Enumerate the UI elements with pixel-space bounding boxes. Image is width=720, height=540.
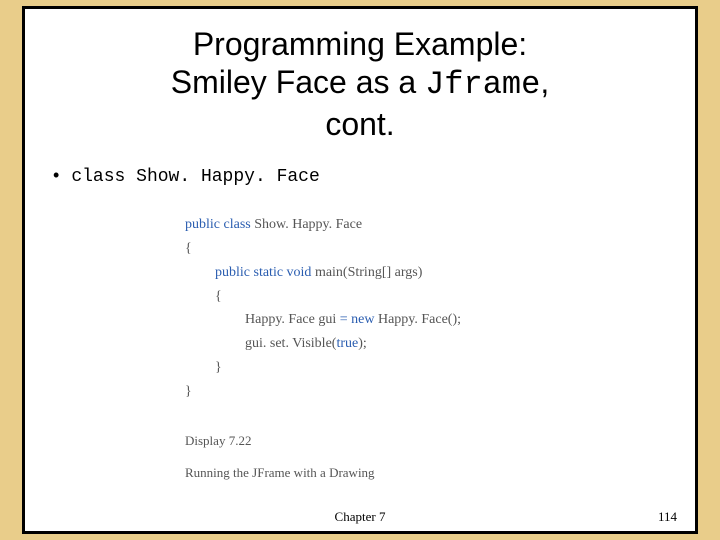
caption-running-text: Running the JFrame with a Drawing (185, 462, 695, 484)
bullet-text: class Show. Happy. Face (71, 167, 319, 187)
code-visible-pre: gui. set. Visible( (245, 336, 336, 351)
code-line-1: public class Show. Happy. Face (185, 213, 695, 237)
code-line-7: } (185, 356, 695, 380)
code-classname: Show. Happy. Face (254, 217, 362, 232)
code-line-6: gui. set. Visible(true); (185, 332, 695, 356)
code-kw-static: static (254, 265, 284, 280)
title-line-2-post: , (540, 64, 549, 100)
code-main-sig: main(String[] args) (315, 265, 422, 280)
code-kw-eq-new: = new (340, 312, 375, 327)
code-kw-void: void (287, 265, 312, 280)
bullet-keyword: class (71, 167, 125, 187)
code-kw-true: true (336, 336, 358, 351)
code-line-2: { (185, 237, 695, 261)
code-line-8: } (185, 380, 695, 404)
title-monospace-word: Jframe (425, 66, 540, 103)
footer-chapter-label: Chapter 7 (335, 509, 386, 525)
title-line-2: Smiley Face as a Jframe, (25, 63, 695, 104)
code-decl-post: Happy. Face(); (374, 312, 461, 327)
bullet-dot-icon: • (53, 165, 59, 186)
footer-page-number: 114 (658, 509, 677, 525)
code-visible-post: ); (358, 336, 367, 351)
code-decl-pre: Happy. Face gui (245, 312, 340, 327)
bullet-item: • class Show. Happy. Face (53, 165, 695, 187)
slide-frame: Programming Example: Smiley Face as a Jf… (22, 6, 698, 534)
title-line-2-pre: Smiley Face as a (171, 64, 425, 100)
title-line-3: cont. (25, 105, 695, 143)
bullet-classname: Show. Happy. Face (136, 167, 320, 187)
code-caption: Display 7.22 Running the JFrame with a D… (185, 430, 695, 484)
caption-display-number: Display 7.22 (185, 430, 695, 452)
code-kw-public: public (185, 217, 220, 232)
slide-title: Programming Example: Smiley Face as a Jf… (25, 9, 695, 143)
code-snippet: public class Show. Happy. Face { public … (185, 213, 695, 484)
code-line-5: Happy. Face gui = new Happy. Face(); (185, 308, 695, 332)
title-line-1: Programming Example: (25, 25, 695, 63)
code-line-3: public static void main(String[] args) (185, 261, 695, 285)
code-line-4: { (185, 285, 695, 309)
code-kw-public-2: public (215, 265, 250, 280)
code-kw-class: class (224, 217, 251, 232)
